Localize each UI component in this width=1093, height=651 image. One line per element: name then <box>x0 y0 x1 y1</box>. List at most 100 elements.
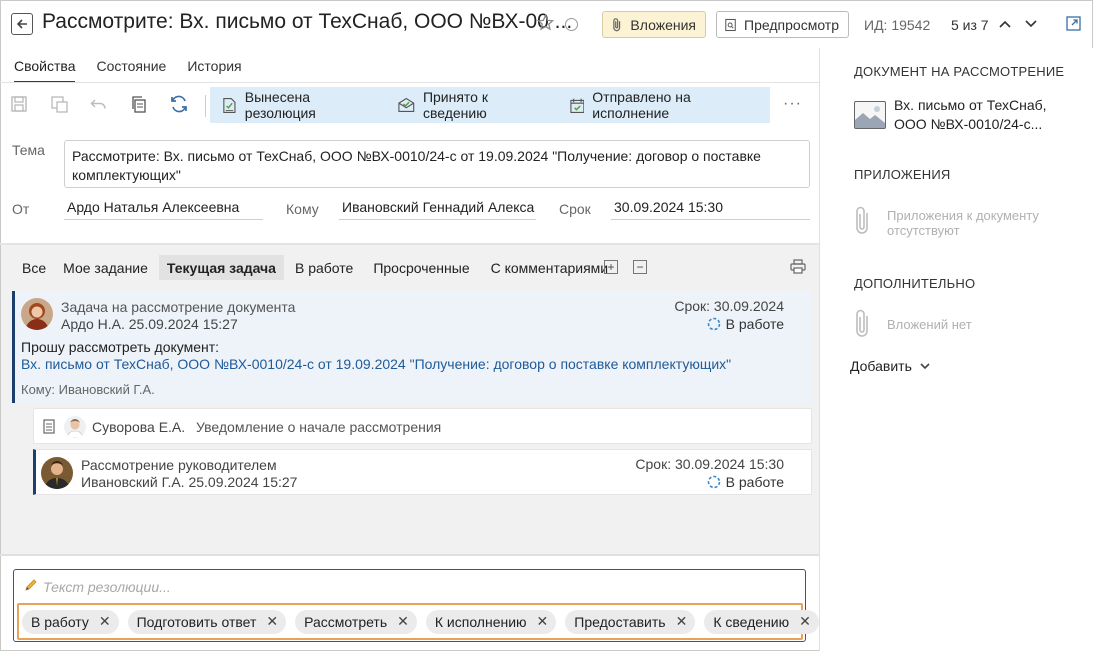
sent-for-execution-button[interactable]: Отправлено на исполнение <box>569 89 759 121</box>
tasks-area: Все Мое задание Текущая задача В работе … <box>1 245 819 554</box>
calendar-check-icon <box>569 98 584 113</box>
expand-all-icon[interactable]: + <box>604 260 618 274</box>
close-icon[interactable]: ✕ <box>266 613 278 630</box>
preview-icon <box>725 18 736 31</box>
avatar <box>21 298 53 330</box>
tabs-divider <box>0 82 819 83</box>
document-link[interactable]: Вх. письмо от ТехСнаб, ООО №ВХ-0010/24-с… <box>21 356 731 372</box>
preview-button[interactable]: Предпросмотр <box>716 11 849 38</box>
chip-for-info[interactable]: К сведению ✕ <box>704 609 819 634</box>
task-title: Задача на рассмотрение документа <box>61 299 296 315</box>
doc-title-line2: ООО №ВХ-0010/24-с... <box>894 116 1043 132</box>
review-title: Рассмотрение руководителем <box>81 457 277 473</box>
status-circle-icon[interactable] <box>565 18 578 31</box>
task-card-review[interactable]: Рассмотрение руководителем Ивановский Г.… <box>33 449 812 495</box>
sent-for-execution-label: Отправлено на исполнение <box>592 89 691 121</box>
acknowledged-label: Принято к сведению <box>422 89 488 121</box>
paperclip-icon <box>852 205 872 240</box>
chip-label: Подготовить ответ <box>136 613 257 630</box>
attachments-button[interactable]: Вложения <box>602 11 706 38</box>
open-external-icon[interactable] <box>1066 16 1081 34</box>
image-icon <box>854 101 886 129</box>
close-icon[interactable]: ✕ <box>799 613 811 630</box>
to-label: Кому <box>286 201 319 217</box>
chip-provide[interactable]: Предоставить ✕ <box>565 609 696 634</box>
chevron-down-icon <box>920 363 930 370</box>
task-card-notice[interactable]: Суворова Е.А. Уведомление о начале рассм… <box>33 408 812 444</box>
save-and-close-icon[interactable] <box>51 96 68 116</box>
from-field[interactable]: Ардо Наталья Алексеевна <box>64 199 263 220</box>
more-icon[interactable]: ··· <box>783 95 802 113</box>
close-icon[interactable]: ✕ <box>99 613 111 630</box>
filter-in-progress[interactable]: В работе <box>289 255 359 280</box>
close-icon[interactable]: ✕ <box>397 613 409 630</box>
notice-author: Суворова Е.А. <box>92 419 186 435</box>
review-due: Срок: 30.09.2024 15:30 <box>635 456 784 472</box>
in-progress-icon <box>707 317 720 331</box>
star-icon[interactable] <box>536 13 555 34</box>
preview-label: Предпросмотр <box>744 16 839 33</box>
acknowledged-button[interactable]: Принято к сведению <box>398 89 545 121</box>
resolution-templates: В работу ✕ Подготовить ответ ✕ Рассмотреть… <box>17 603 819 640</box>
attachments-label: Вложения <box>630 16 696 33</box>
close-icon[interactable]: ✕ <box>537 613 549 630</box>
tab-history[interactable]: История <box>187 58 241 83</box>
chip-to-execution[interactable]: К исполнению ✕ <box>425 609 557 634</box>
chevron-down-icon[interactable] <box>1024 17 1038 34</box>
tab-properties[interactable]: Свойства <box>14 58 76 83</box>
status-badge: В работе <box>707 316 784 332</box>
doc-heading: ДОКУМЕНТ НА РАССМОТРЕНИЕ <box>854 64 1065 79</box>
lower-divider <box>0 554 819 556</box>
chip-label: Предоставить <box>574 613 666 630</box>
filter-with-comments[interactable]: С комментариями <box>485 255 615 280</box>
paperclip-icon <box>852 308 872 343</box>
chip-prepare-answer[interactable]: Подготовить ответ ✕ <box>127 609 287 634</box>
task-card-main[interactable]: Задача на рассмотрение документа Ардо Н.… <box>12 291 811 403</box>
avatar <box>41 457 73 489</box>
pager-text: 5 из 7 <box>951 17 989 33</box>
chip-label: К исполнению <box>434 613 527 630</box>
record-id: ИД: 19542 <box>864 17 931 33</box>
add-label: Добавить <box>850 358 912 374</box>
refresh-icon[interactable] <box>170 95 188 116</box>
save-icon[interactable] <box>11 96 27 115</box>
copy-icon[interactable] <box>131 96 147 116</box>
chip-review[interactable]: Рассмотреть ✕ <box>295 609 417 634</box>
collapse-all-icon[interactable]: − <box>633 260 647 274</box>
filter-current-task[interactable]: Текущая задача <box>158 255 284 280</box>
extra-heading: ДОПОЛНИТЕЛЬНО <box>854 276 976 291</box>
close-icon[interactable]: ✕ <box>676 613 688 630</box>
print-icon[interactable] <box>790 259 806 277</box>
add-button[interactable]: Добавить <box>850 358 930 374</box>
status-badge: В работе <box>707 474 784 490</box>
document-title[interactable]: Вх. письмо от ТехСнаб, ООО №ВХ-0010/24-с… <box>894 96 1047 134</box>
pencil-icon <box>24 578 38 595</box>
resolution-input[interactable]: Текст резолюции... <box>43 579 171 595</box>
resolution-box: Текст резолюции... В работу ✕ Подготовить… <box>13 569 819 642</box>
to-field[interactable]: Ивановский Геннадий Алекса <box>339 199 536 220</box>
tab-state[interactable]: Состояние <box>96 58 166 83</box>
from-label: От <box>12 201 30 217</box>
due-field[interactable]: 30.09.2024 15:30 <box>611 199 810 220</box>
chevron-up-icon[interactable] <box>998 17 1012 34</box>
chip-in-work[interactable]: В работу ✕ <box>22 609 119 634</box>
attachments-heading: ПРИЛОЖЕНИЯ <box>854 167 951 182</box>
subject-field[interactable]: Рассмотрите: Вх. письмо от ТехСнаб, ООО … <box>64 140 810 188</box>
review-author-date: Ивановский Г.А. 25.09.2024 15:27 <box>81 474 298 490</box>
chip-label: Рассмотреть <box>304 613 388 630</box>
attachments-empty-line2: отсутствуют <box>887 223 960 238</box>
task-due: Срок: 30.09.2024 <box>674 298 784 314</box>
filter-all[interactable]: Все <box>16 255 52 280</box>
back-icon[interactable] <box>11 13 33 35</box>
right-panel: ДОКУМЕНТ НА РАССМОТРЕНИЕ Вх. письмо от Т… <box>819 48 1093 651</box>
filter-my-task[interactable]: Мое задание <box>57 255 154 280</box>
undo-icon[interactable] <box>90 96 107 115</box>
filter-overdue[interactable]: Просроченные <box>367 255 475 280</box>
resolution-made-label: Вынесена резолюция <box>244 89 316 121</box>
resolution-made-button[interactable]: Вынесена резолюция <box>222 89 374 121</box>
toolbar-separator <box>205 95 206 117</box>
in-progress-icon <box>707 475 720 489</box>
chip-label: В работу <box>31 613 89 630</box>
header: Рассмотрите: Вх. письмо от ТехСнаб, ООО … <box>0 0 1093 48</box>
notice-text: Уведомление о начале рассмотрения <box>196 419 442 435</box>
